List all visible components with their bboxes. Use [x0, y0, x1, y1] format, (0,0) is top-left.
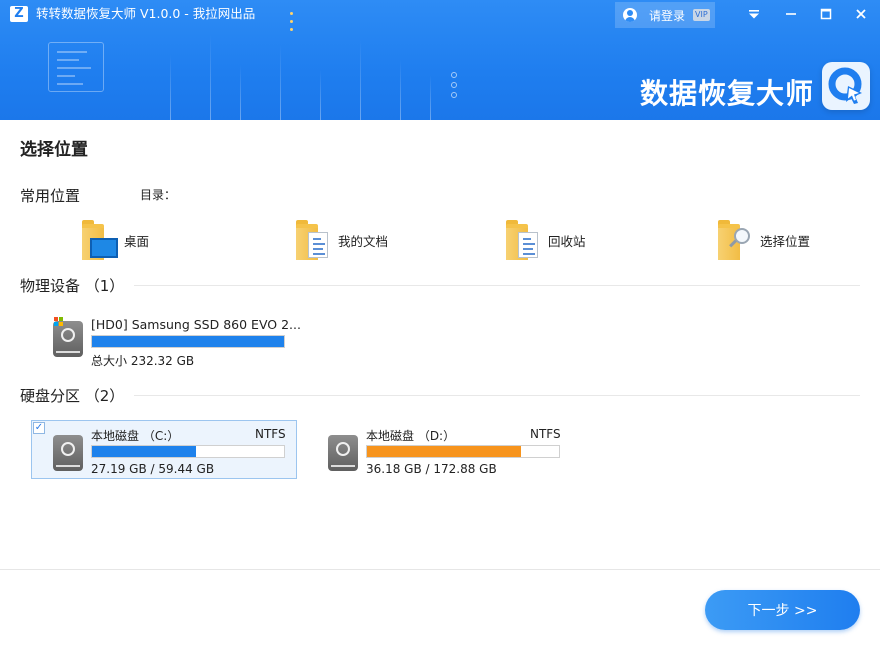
footer-divider — [0, 569, 880, 570]
decorative-panel-icon — [48, 42, 104, 92]
brand-logo-icon — [822, 62, 870, 110]
title-bar: Z 转转数据恢复大师 V1.0.0 - 我拉网出品 请登录 VIP 数据恢复大师 — [0, 0, 880, 120]
location-label: 选择位置 — [760, 233, 811, 249]
user-icon — [623, 8, 637, 22]
page-title: 选择位置 — [20, 140, 88, 160]
partitions-title: 硬盘分区 （2） — [20, 387, 125, 405]
device-size: 总大小 232.32 GB — [91, 354, 195, 368]
recycle-bin-folder-icon — [504, 220, 542, 260]
brand-title: 数据恢复大师 — [640, 77, 815, 110]
location-documents[interactable]: 我的文档 — [294, 218, 388, 262]
partition-size: 36.18 GB / 172.88 GB — [366, 462, 497, 476]
partition-usage-fill — [367, 446, 521, 457]
location-label: 回收站 — [548, 233, 586, 249]
partition-filesystem: NTFS — [530, 427, 561, 441]
minimize-icon — [786, 13, 796, 15]
divider — [134, 285, 860, 286]
device-usage-bar — [91, 335, 285, 348]
location-recycle-bin[interactable]: 回收站 — [504, 218, 586, 262]
maximize-button[interactable] — [815, 3, 837, 25]
search-folder-icon — [716, 220, 754, 260]
hard-disk-icon — [53, 435, 83, 471]
next-step-button[interactable]: 下一步 >> — [705, 590, 860, 630]
hard-disk-icon — [328, 435, 358, 471]
partition-name: 本地磁盘 （D:） — [366, 429, 456, 443]
location-label: 我的文档 — [338, 233, 389, 249]
desktop-folder-icon — [80, 220, 118, 260]
menu-button[interactable] — [743, 3, 765, 25]
partition-usage-bar — [91, 445, 285, 458]
app-logo-icon: Z — [10, 6, 28, 22]
partition-c-checkbox[interactable]: ✓ — [33, 422, 45, 434]
partition-name: 本地磁盘 （C:） — [91, 429, 180, 443]
windows-icon — [54, 317, 64, 327]
partition-filesystem: NTFS — [255, 427, 286, 441]
login-button[interactable]: 请登录 VIP — [615, 2, 715, 28]
location-desktop[interactable]: 桌面 — [80, 218, 149, 262]
location-choose[interactable]: 选择位置 — [716, 218, 810, 262]
physical-devices-title: 物理设备 （1） — [20, 277, 125, 295]
maximize-icon — [820, 8, 832, 20]
close-icon — [856, 9, 866, 19]
location-label: 桌面 — [124, 233, 150, 249]
device-name: [HD0] Samsung SSD 860 EVO 2... — [91, 317, 301, 332]
app-title: 转转数据恢复大师 V1.0.0 - 我拉网出品 — [36, 6, 256, 21]
partition-usage-fill — [92, 446, 197, 457]
partition-usage-bar — [366, 445, 560, 458]
login-label: 请登录 — [649, 8, 686, 23]
common-locations-title: 常用位置 — [20, 187, 81, 205]
close-button[interactable] — [850, 3, 872, 25]
directory-label: 目录： — [140, 188, 177, 202]
divider — [134, 395, 860, 396]
documents-folder-icon — [294, 220, 332, 260]
vip-badge: VIP — [693, 9, 710, 21]
partition-size: 27.19 GB / 59.44 GB — [91, 462, 215, 476]
device-usage-fill — [92, 336, 284, 347]
minimize-button[interactable] — [780, 3, 802, 25]
menu-icon — [749, 10, 759, 19]
